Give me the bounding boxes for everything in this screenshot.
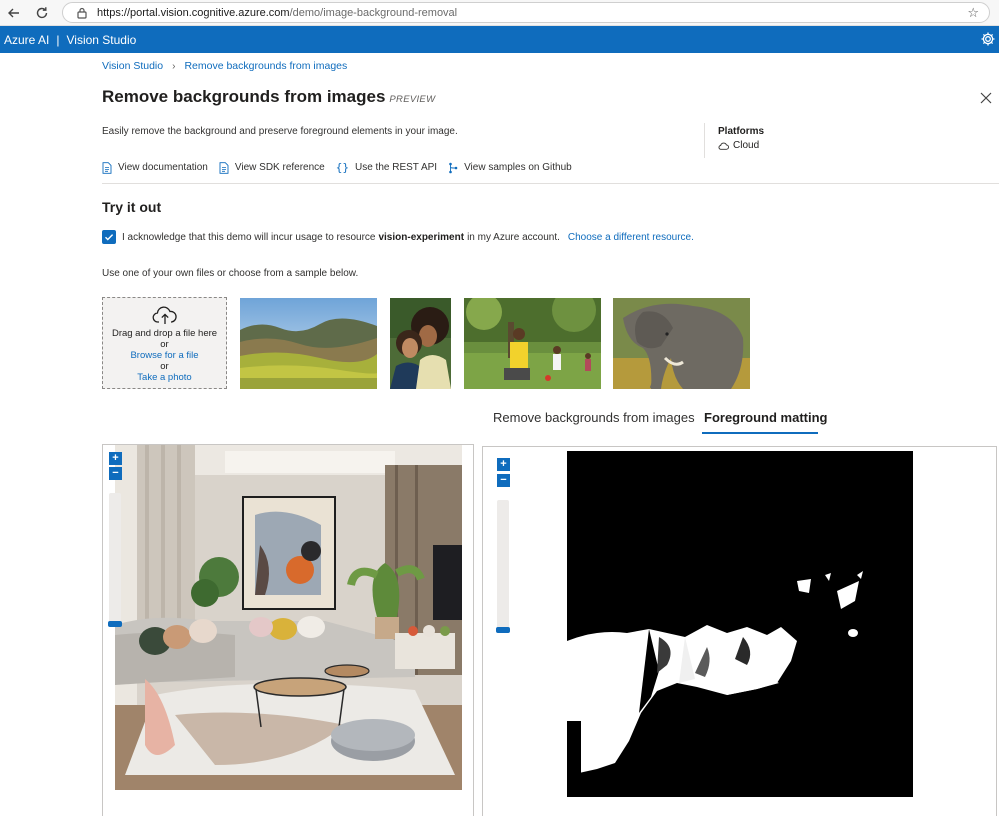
sample-image-elephant[interactable]	[613, 298, 750, 389]
resource-name: vision-experiment	[378, 231, 465, 243]
acknowledge-checkbox[interactable]	[102, 230, 116, 244]
close-icon[interactable]	[980, 92, 992, 104]
preview-badge: PREVIEW	[389, 94, 436, 105]
original-image[interactable]	[115, 445, 462, 790]
url-host: https://portal.vision.cognitive.azure.co…	[97, 6, 290, 19]
sample-image-landscape[interactable]	[240, 298, 377, 389]
zoom-in-button-result[interactable]: +	[497, 458, 510, 471]
zoom-slider-result[interactable]	[497, 500, 509, 630]
link-view-documentation[interactable]: View documentation	[102, 161, 208, 174]
or-text-1: or	[160, 339, 169, 350]
gear-icon[interactable]	[980, 31, 996, 47]
breadcrumb-vision-studio[interactable]: Vision Studio	[102, 60, 163, 72]
url-path: /demo/image-background-removal	[289, 6, 458, 19]
platforms-label: Platforms	[718, 126, 765, 137]
sample-hint: Use one of your own files or choose from…	[102, 268, 359, 279]
product-name: Azure AI	[4, 32, 50, 47]
platforms-value-text: Cloud	[733, 140, 760, 151]
app-header: Azure AI | Vision Studio	[0, 26, 999, 53]
browser-toolbar: https://portal.vision.cognitive.azure.co…	[0, 0, 999, 26]
result-image-panel: + −	[482, 446, 997, 816]
star-icon[interactable]: ☆	[967, 5, 979, 21]
branch-icon	[448, 162, 458, 174]
zoom-slider-thumb-result[interactable]	[496, 627, 510, 633]
link-view-sdk-reference[interactable]: View SDK reference	[219, 161, 325, 174]
app-name[interactable]: Vision Studio	[66, 33, 136, 47]
try-it-heading: Try it out	[102, 199, 162, 215]
breadcrumb-current[interactable]: Remove backgrounds from images	[184, 60, 347, 72]
zoom-in-button[interactable]: +	[109, 452, 122, 465]
zoom-slider-thumb[interactable]	[108, 621, 122, 627]
page-title: Remove backgrounds from images PREVIEW	[102, 87, 435, 107]
braces-icon: {}	[335, 161, 349, 174]
zoom-out-button-result[interactable]: −	[497, 474, 510, 487]
take-photo-link[interactable]: Take a photo	[103, 372, 226, 383]
page-title-text: Remove backgrounds from images	[102, 87, 386, 106]
sample-image-park[interactable]	[464, 298, 601, 389]
document-icon	[219, 161, 229, 174]
back-arrow-icon[interactable]	[4, 3, 24, 23]
tab-foreground-matting[interactable]: Foreground matting	[704, 410, 828, 425]
matting-result-image[interactable]	[567, 451, 913, 797]
chevron-right-icon: ›	[172, 60, 176, 72]
sample-image-people[interactable]	[390, 298, 451, 389]
ack-suffix: in my Azure account.	[467, 231, 560, 243]
section-divider	[102, 183, 999, 184]
vertical-divider	[704, 123, 705, 158]
breadcrumb: Vision Studio › Remove backgrounds from …	[102, 60, 347, 72]
acknowledge-row: I acknowledge that this demo will incur …	[102, 230, 694, 244]
active-tab-indicator	[702, 432, 818, 434]
cloud-icon	[718, 142, 729, 150]
zoom-out-button[interactable]: −	[109, 467, 122, 480]
browse-file-link[interactable]: Browse for a file	[103, 350, 226, 361]
checkmark-icon	[105, 234, 114, 241]
platforms-value: Cloud	[718, 140, 759, 151]
cloud-upload-icon	[152, 306, 177, 324]
link-view-samples-github[interactable]: View samples on Github	[448, 161, 572, 174]
lock-icon	[77, 7, 87, 19]
choose-resource-link[interactable]: Choose a different resource.	[568, 232, 694, 243]
resource-links: View documentation View SDK reference {}…	[102, 161, 583, 174]
file-drop-zone[interactable]: Drag and drop a file here or Browse for …	[102, 297, 227, 389]
zoom-slider[interactable]	[109, 493, 121, 627]
header-separator: |	[56, 32, 60, 47]
drag-drop-text: Drag and drop a file here	[111, 328, 218, 339]
tab-remove-backgrounds[interactable]: Remove backgrounds from images	[493, 410, 695, 425]
refresh-icon[interactable]	[32, 3, 52, 23]
or-text-2: or	[160, 361, 169, 372]
address-bar[interactable]: https://portal.vision.cognitive.azure.co…	[62, 2, 990, 23]
original-image-panel: + −	[102, 444, 474, 816]
ack-prefix: I acknowledge that this demo will incur …	[122, 231, 376, 243]
page-description: Easily remove the background and preserv…	[102, 126, 458, 137]
document-icon	[102, 161, 112, 174]
link-use-rest-api[interactable]: {} Use the REST API	[336, 161, 437, 174]
